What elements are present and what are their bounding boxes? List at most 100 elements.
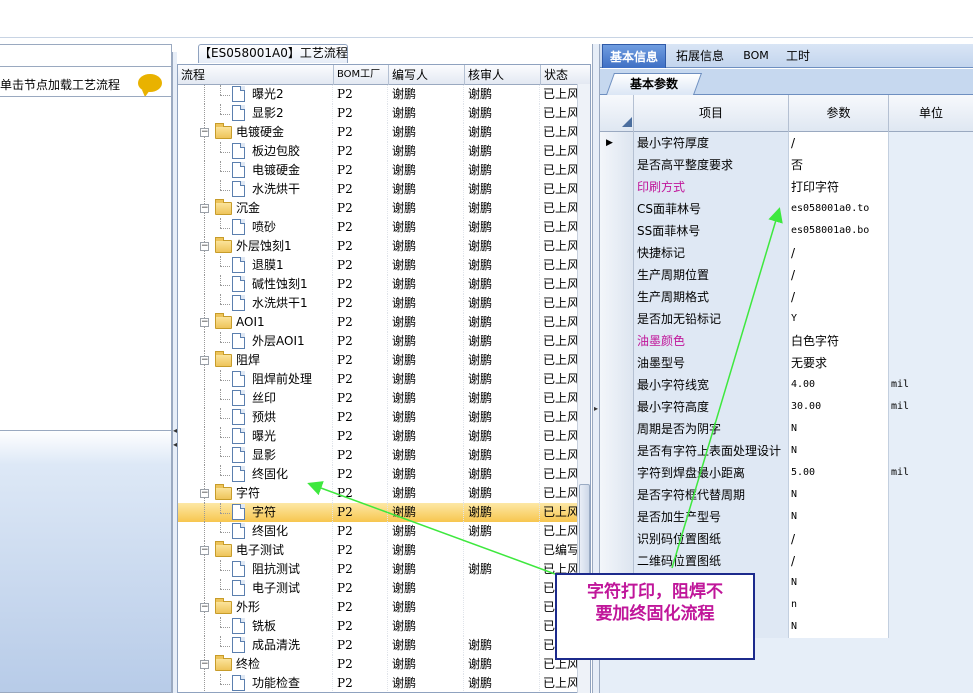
param-value[interactable]: N xyxy=(789,484,889,506)
tree-row[interactable]: 功能检查 P2 谢鹏 谢鹏 已上风 xyxy=(178,674,590,692)
row-indicator[interactable] xyxy=(600,374,634,396)
param-row[interactable]: 油墨型号 无要求 xyxy=(600,352,973,374)
param-value[interactable]: 打印字符 xyxy=(789,176,889,198)
param-row[interactable]: SS面菲林号 es058001a0.bo xyxy=(600,220,973,242)
collapse-toggle-icon[interactable]: − xyxy=(200,242,209,251)
tree-group-row[interactable]: − 终检 P2 谢鹏 谢鹏 已上风 xyxy=(178,655,590,674)
tree-group-row[interactable]: −外形P2谢鹏已上风 xyxy=(178,598,590,617)
param-row[interactable]: 是否加生产型号 N xyxy=(600,506,973,528)
row-indicator[interactable] xyxy=(600,506,634,528)
collapse-toggle-icon[interactable]: − xyxy=(200,603,209,612)
tree-row[interactable]: 水洗烘干 P2 谢鹏 谢鹏 已上风 xyxy=(178,180,590,199)
param-row[interactable]: CS面菲林号 es058001a0.to xyxy=(600,198,973,220)
param-value[interactable]: 30.00 xyxy=(789,396,889,418)
column-header-status[interactable]: 状态 xyxy=(541,65,590,85)
row-indicator[interactable] xyxy=(600,440,634,462)
current-row-indicator-icon[interactable]: ▶ xyxy=(600,132,634,154)
collapse-toggle-icon[interactable]: − xyxy=(200,546,209,555)
tree-group-row[interactable]: − 阻焊 P2 谢鹏 谢鹏 已上风 xyxy=(178,351,590,370)
tree-row[interactable]: 铣板P2谢鹏已上风 xyxy=(178,617,590,636)
param-row[interactable]: 是否字符框代替周期 N xyxy=(600,484,973,506)
tree-row[interactable]: 成品清洗P2谢鹏谢鹏已上风 xyxy=(178,636,590,655)
tree-row[interactable]: 显影2 P2 谢鹏 谢鹏 已上风 xyxy=(178,104,590,123)
collapse-toggle-icon[interactable]: − xyxy=(200,128,209,137)
collapse-toggle-icon[interactable]: − xyxy=(200,489,209,498)
column-header-writer[interactable]: 编写人 xyxy=(389,65,465,85)
param-value[interactable]: / xyxy=(789,242,889,264)
column-header-item[interactable]: 项目 xyxy=(634,95,789,132)
tree-row[interactable]: 喷砂 P2 谢鹏 谢鹏 已上风 xyxy=(178,218,590,237)
param-row[interactable]: 是否加无铅标记 Y xyxy=(600,308,973,330)
tree-row[interactable]: 丝印 P2 谢鹏 谢鹏 已上风 xyxy=(178,389,590,408)
tree-row[interactable]: 阻抗测试 P2 谢鹏 谢鹏 已上风 xyxy=(178,560,590,579)
row-indicator[interactable] xyxy=(600,242,634,264)
row-indicator[interactable] xyxy=(600,352,634,374)
param-row[interactable]: 二维码位置图纸 / xyxy=(600,550,973,572)
param-row[interactable]: 油墨颜色 白色字符 xyxy=(600,330,973,352)
param-value[interactable]: / xyxy=(789,528,889,550)
param-value[interactable]: / xyxy=(789,550,889,572)
column-header-unit[interactable]: 单位 xyxy=(889,95,973,132)
subtab-basic-params[interactable]: 基本参数 xyxy=(605,73,703,95)
param-row[interactable]: 是否有字符上表面处理设计 N xyxy=(600,440,973,462)
collapse-toggle-icon[interactable]: − xyxy=(200,318,209,327)
row-indicator[interactable] xyxy=(600,550,634,572)
tree-row[interactable]: 碱性蚀刻1 P2 谢鹏 谢鹏 已上风 xyxy=(178,275,590,294)
row-indicator[interactable] xyxy=(600,308,634,330)
param-row[interactable]: ▶ 最小字符厚度 / xyxy=(600,132,973,154)
param-row[interactable]: 识别码位置图纸 / xyxy=(600,528,973,550)
tree-row[interactable]: 曝光2 P2 谢鹏 谢鹏 已上风 xyxy=(178,85,590,104)
row-indicator[interactable] xyxy=(600,264,634,286)
tab-extended-info[interactable]: 拓展信息 xyxy=(672,44,728,68)
tab-work-hours[interactable]: 工时 xyxy=(782,44,814,68)
tree-row[interactable]: 终固化 P2 谢鹏 谢鹏 已上风 xyxy=(178,522,590,541)
row-indicator[interactable] xyxy=(600,330,634,352)
speech-bubble-icon[interactable] xyxy=(138,74,162,97)
collapse-toggle-icon[interactable]: − xyxy=(200,660,209,669)
tab-bom[interactable]: BOM xyxy=(738,44,774,68)
tree-row[interactable]: 曝光 P2 谢鹏 谢鹏 已上风 xyxy=(178,427,590,446)
tree-group-row[interactable]: − 沉金 P2 谢鹏 谢鹏 已上风 xyxy=(178,199,590,218)
param-value[interactable]: es058001a0.bo xyxy=(789,220,889,242)
param-value[interactable]: 白色字符 xyxy=(789,330,889,352)
tree-row[interactable]: 字符 P2 谢鹏 谢鹏 已上风 xyxy=(178,503,590,522)
param-value[interactable]: / xyxy=(789,286,889,308)
param-value[interactable]: 5.00 xyxy=(789,462,889,484)
param-value[interactable]: N xyxy=(789,572,889,594)
param-value[interactable]: N xyxy=(789,440,889,462)
collapse-arrow-icon[interactable]: ▸ xyxy=(594,404,598,413)
param-value[interactable]: / xyxy=(789,264,889,286)
column-header-flow[interactable]: 流程 xyxy=(178,65,334,85)
tree-row[interactable]: 退膜1 P2 谢鹏 谢鹏 已上风 xyxy=(178,256,590,275)
tree-row[interactable]: 终固化 P2 谢鹏 谢鹏 已上风 xyxy=(178,465,590,484)
tree-row[interactable]: 预烘 P2 谢鹏 谢鹏 已上风 xyxy=(178,408,590,427)
param-row[interactable]: 最小字符高度 30.00 mil xyxy=(600,396,973,418)
row-indicator[interactable] xyxy=(600,286,634,308)
param-value[interactable]: 无要求 xyxy=(789,352,889,374)
tree-row[interactable]: 电镀硬金 P2 谢鹏 谢鹏 已上风 xyxy=(178,161,590,180)
param-row[interactable]: 字符到焊盘最小距离 5.00 mil xyxy=(600,462,973,484)
row-indicator[interactable] xyxy=(600,396,634,418)
tab-basic-info[interactable]: 基本信息 xyxy=(602,44,666,68)
param-row[interactable]: 周期是否为阴字 N xyxy=(600,418,973,440)
tree-row[interactable]: 外层AOI1 P2 谢鹏 谢鹏 已上风 xyxy=(178,332,590,351)
param-value[interactable]: N xyxy=(789,506,889,528)
tree-row[interactable]: 板边包胶 P2 谢鹏 谢鹏 已上风 xyxy=(178,142,590,161)
collapse-toggle-icon[interactable]: − xyxy=(200,204,209,213)
param-value[interactable]: n xyxy=(789,594,889,616)
row-indicator[interactable] xyxy=(600,528,634,550)
param-row[interactable]: 生产周期位置 / xyxy=(600,264,973,286)
row-indicator[interactable] xyxy=(600,484,634,506)
tree-row[interactable]: 电子测试P2谢鹏已上风 xyxy=(178,579,590,598)
tree-group-row[interactable]: − 电子测试 P2 谢鹏 已编写 xyxy=(178,541,590,560)
param-row[interactable]: 快捷标记 / xyxy=(600,242,973,264)
column-header-bom[interactable]: BOM工厂 xyxy=(334,65,389,85)
row-indicator[interactable] xyxy=(600,418,634,440)
param-value[interactable]: 否 xyxy=(789,154,889,176)
param-value[interactable]: N xyxy=(789,616,889,638)
param-value[interactable]: es058001a0.to xyxy=(789,198,889,220)
tab-process-flow[interactable]: 【ES058001A0】工艺流程 xyxy=(198,44,348,63)
tree-group-row[interactable]: − AOI1 P2 谢鹏 谢鹏 已上风 xyxy=(178,313,590,332)
column-header-reviewer[interactable]: 核审人 xyxy=(465,65,541,85)
tree-row[interactable]: 显影 P2 谢鹏 谢鹏 已上风 xyxy=(178,446,590,465)
